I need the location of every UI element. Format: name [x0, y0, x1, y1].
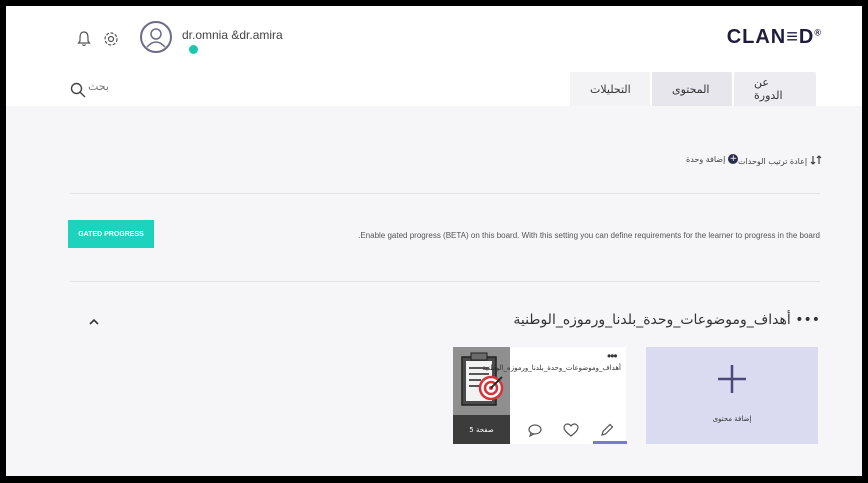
add-content-card[interactable]: إضافة محتوى [646, 347, 818, 444]
chevron-up-icon[interactable] [88, 314, 100, 332]
tab-label: التحليلات [590, 82, 631, 96]
comment-icon[interactable] [527, 423, 543, 442]
reorder-units-button[interactable]: إعادة ترتيب الوحدات [738, 154, 822, 168]
card-menu-icon[interactable]: ••• [607, 349, 618, 363]
username[interactable]: dr.omnia &dr.amira [182, 28, 283, 42]
add-unit-label: إضافة وحدة [686, 154, 726, 164]
avatar[interactable] [140, 21, 172, 53]
search-input[interactable] [88, 80, 168, 93]
header: dr.omnia &dr.amira CLAN≡D® عن الدورة الم… [6, 6, 862, 106]
add-content-label: إضافة محتوى [712, 415, 752, 423]
gated-progress-button[interactable]: GATED PROGRESS [68, 220, 154, 248]
search-icon[interactable] [70, 82, 86, 103]
tab-label: عن الدورة [754, 76, 783, 102]
logo-text: CLAN≡D [726, 26, 815, 48]
sort-icon [810, 154, 822, 168]
add-unit-button[interactable]: إضافة وحدة + [686, 154, 739, 164]
clipboard-target-icon [459, 351, 505, 416]
tab-label: المحتوى [672, 82, 710, 96]
card-title[interactable]: أهداف_وموضوعات_وحدة_بلدنا_ورموزه_الوطنية [482, 363, 621, 374]
app-frame: dr.omnia &dr.amira CLAN≡D® عن الدورة الم… [6, 6, 862, 476]
card-active-indicator [593, 441, 627, 444]
pencil-icon[interactable] [599, 423, 615, 442]
content-card[interactable]: 5 صفحة ••• أهداف_وموضوعات_وحدة_بلدنا_ورم… [453, 347, 627, 444]
tab-content[interactable]: المحتوى [652, 72, 732, 106]
plus-circle-icon: + [728, 154, 739, 164]
plus-icon [716, 363, 748, 400]
section-title[interactable]: أهداف_وموضوعات_وحدة_بلدنا_ورموزه_الوطنية… [513, 312, 820, 328]
reorder-label: إعادة ترتيب الوحدات [738, 156, 808, 166]
online-status-dot [189, 45, 198, 54]
card-thumbnail: 5 صفحة [453, 347, 510, 444]
logo-mark: ® [814, 27, 822, 38]
gated-progress-description: .Enable gated progress (BETA) on this bo… [358, 231, 820, 240]
divider [70, 281, 820, 282]
page-count: 5 صفحة [453, 415, 510, 444]
heart-icon[interactable] [563, 423, 579, 442]
tab-about-course[interactable]: عن الدورة [734, 72, 816, 106]
bell-icon[interactable] [76, 30, 92, 53]
gear-icon[interactable] [102, 30, 120, 53]
divider [70, 193, 820, 194]
tab-analytics[interactable]: التحليلات [570, 72, 650, 106]
claned-logo[interactable]: CLAN≡D® [727, 26, 822, 49]
